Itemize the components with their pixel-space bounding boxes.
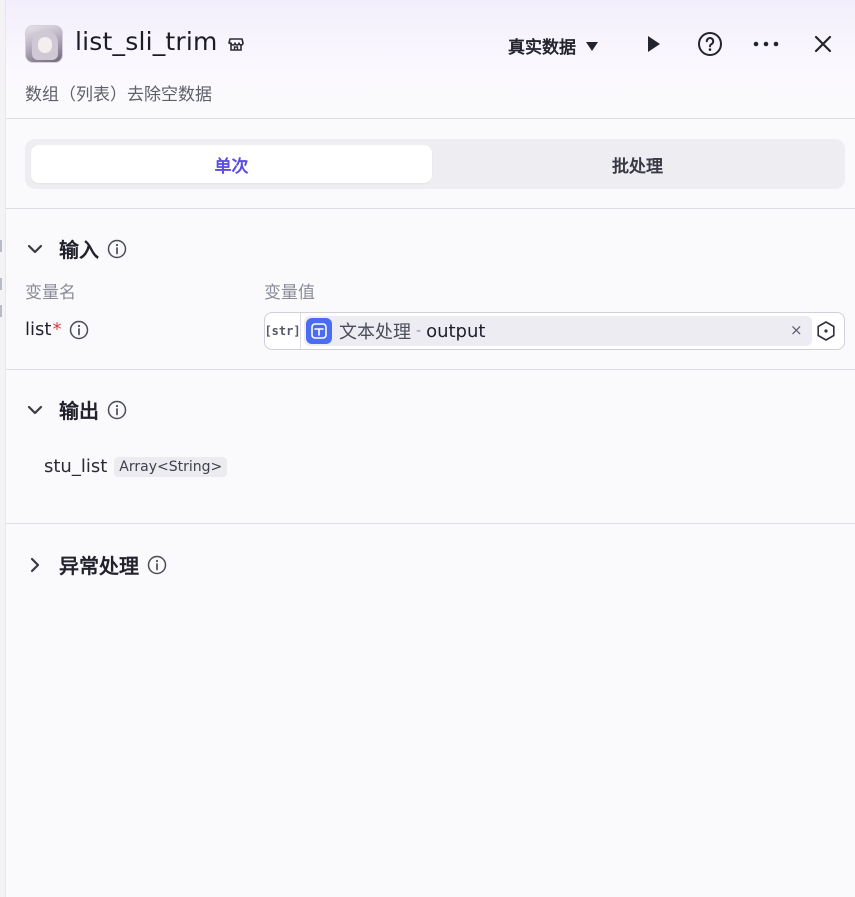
output-variable-row: stu_list Array<String> (44, 456, 228, 477)
input-var-label: list (25, 319, 52, 340)
run-button[interactable] (639, 30, 667, 58)
string-type-icon[interactable]: [str] (264, 313, 301, 349)
play-icon (648, 36, 660, 52)
error-handling-section-header[interactable]: 异常处理 (25, 550, 167, 579)
input-section-header[interactable]: 输入 (25, 234, 127, 263)
variable-settings-icon[interactable] (815, 320, 837, 342)
variable-value-field[interactable]: [str] 文本处理 - output × (264, 312, 845, 350)
ref-node-name: 文本处理 (339, 322, 411, 343)
caret-down-icon (586, 42, 598, 51)
node-title[interactable]: list_sli_trim (75, 27, 218, 56)
column-header-value: 变量值 (264, 283, 315, 303)
tab-batch[interactable]: 批处理 (436, 145, 839, 183)
required-mark: * (52, 319, 62, 340)
section-divider (6, 369, 855, 370)
text-process-node-icon (306, 318, 332, 344)
info-icon[interactable] (147, 555, 167, 575)
info-icon[interactable] (69, 320, 89, 340)
panel-header: list_sli_trim 真实数据 数组（列表）去除空数据 (6, 0, 855, 119)
variable-reference-chip[interactable]: 文本处理 - output (304, 316, 812, 346)
ref-separator: - (416, 323, 422, 339)
output-var-type-badge: Array<String> (114, 456, 228, 477)
chevron-down-icon (27, 405, 43, 414)
error-handling-title: 异常处理 (59, 554, 139, 578)
help-button[interactable] (696, 30, 724, 58)
clear-reference-button[interactable]: × (790, 321, 803, 339)
tab-single[interactable]: 单次 (31, 145, 432, 183)
more-button[interactable] (752, 30, 780, 58)
section-divider (6, 523, 855, 524)
help-icon (698, 32, 722, 56)
chevron-down-icon (27, 244, 43, 253)
node-avatar (25, 25, 63, 63)
input-section-title: 输入 (59, 238, 99, 262)
input-var-name: list * (25, 319, 89, 340)
data-mode-label: 真实数据 (508, 38, 576, 58)
section-divider (6, 208, 855, 209)
close-button[interactable] (809, 30, 837, 58)
output-section-title: 输出 (59, 399, 99, 423)
close-icon (814, 35, 832, 53)
node-description[interactable]: 数组（列表）去除空数据 (25, 80, 212, 105)
output-section-header[interactable]: 输出 (25, 395, 127, 424)
info-icon[interactable] (107, 400, 127, 420)
more-icon (753, 41, 779, 47)
store-icon[interactable] (227, 35, 245, 53)
data-mode-select[interactable]: 真实数据 (508, 33, 598, 58)
output-var-name: stu_list (44, 456, 108, 477)
node-config-panel: list_sli_trim 真实数据 数组（列表）去除空数据 单次 批处理 输入… (5, 0, 855, 897)
run-mode-tabs: 单次 批处理 (25, 139, 845, 189)
info-icon[interactable] (107, 239, 127, 259)
ref-field-name: output (426, 320, 486, 342)
chevron-right-icon (30, 557, 40, 572)
column-header-name: 变量名 (25, 283, 76, 303)
